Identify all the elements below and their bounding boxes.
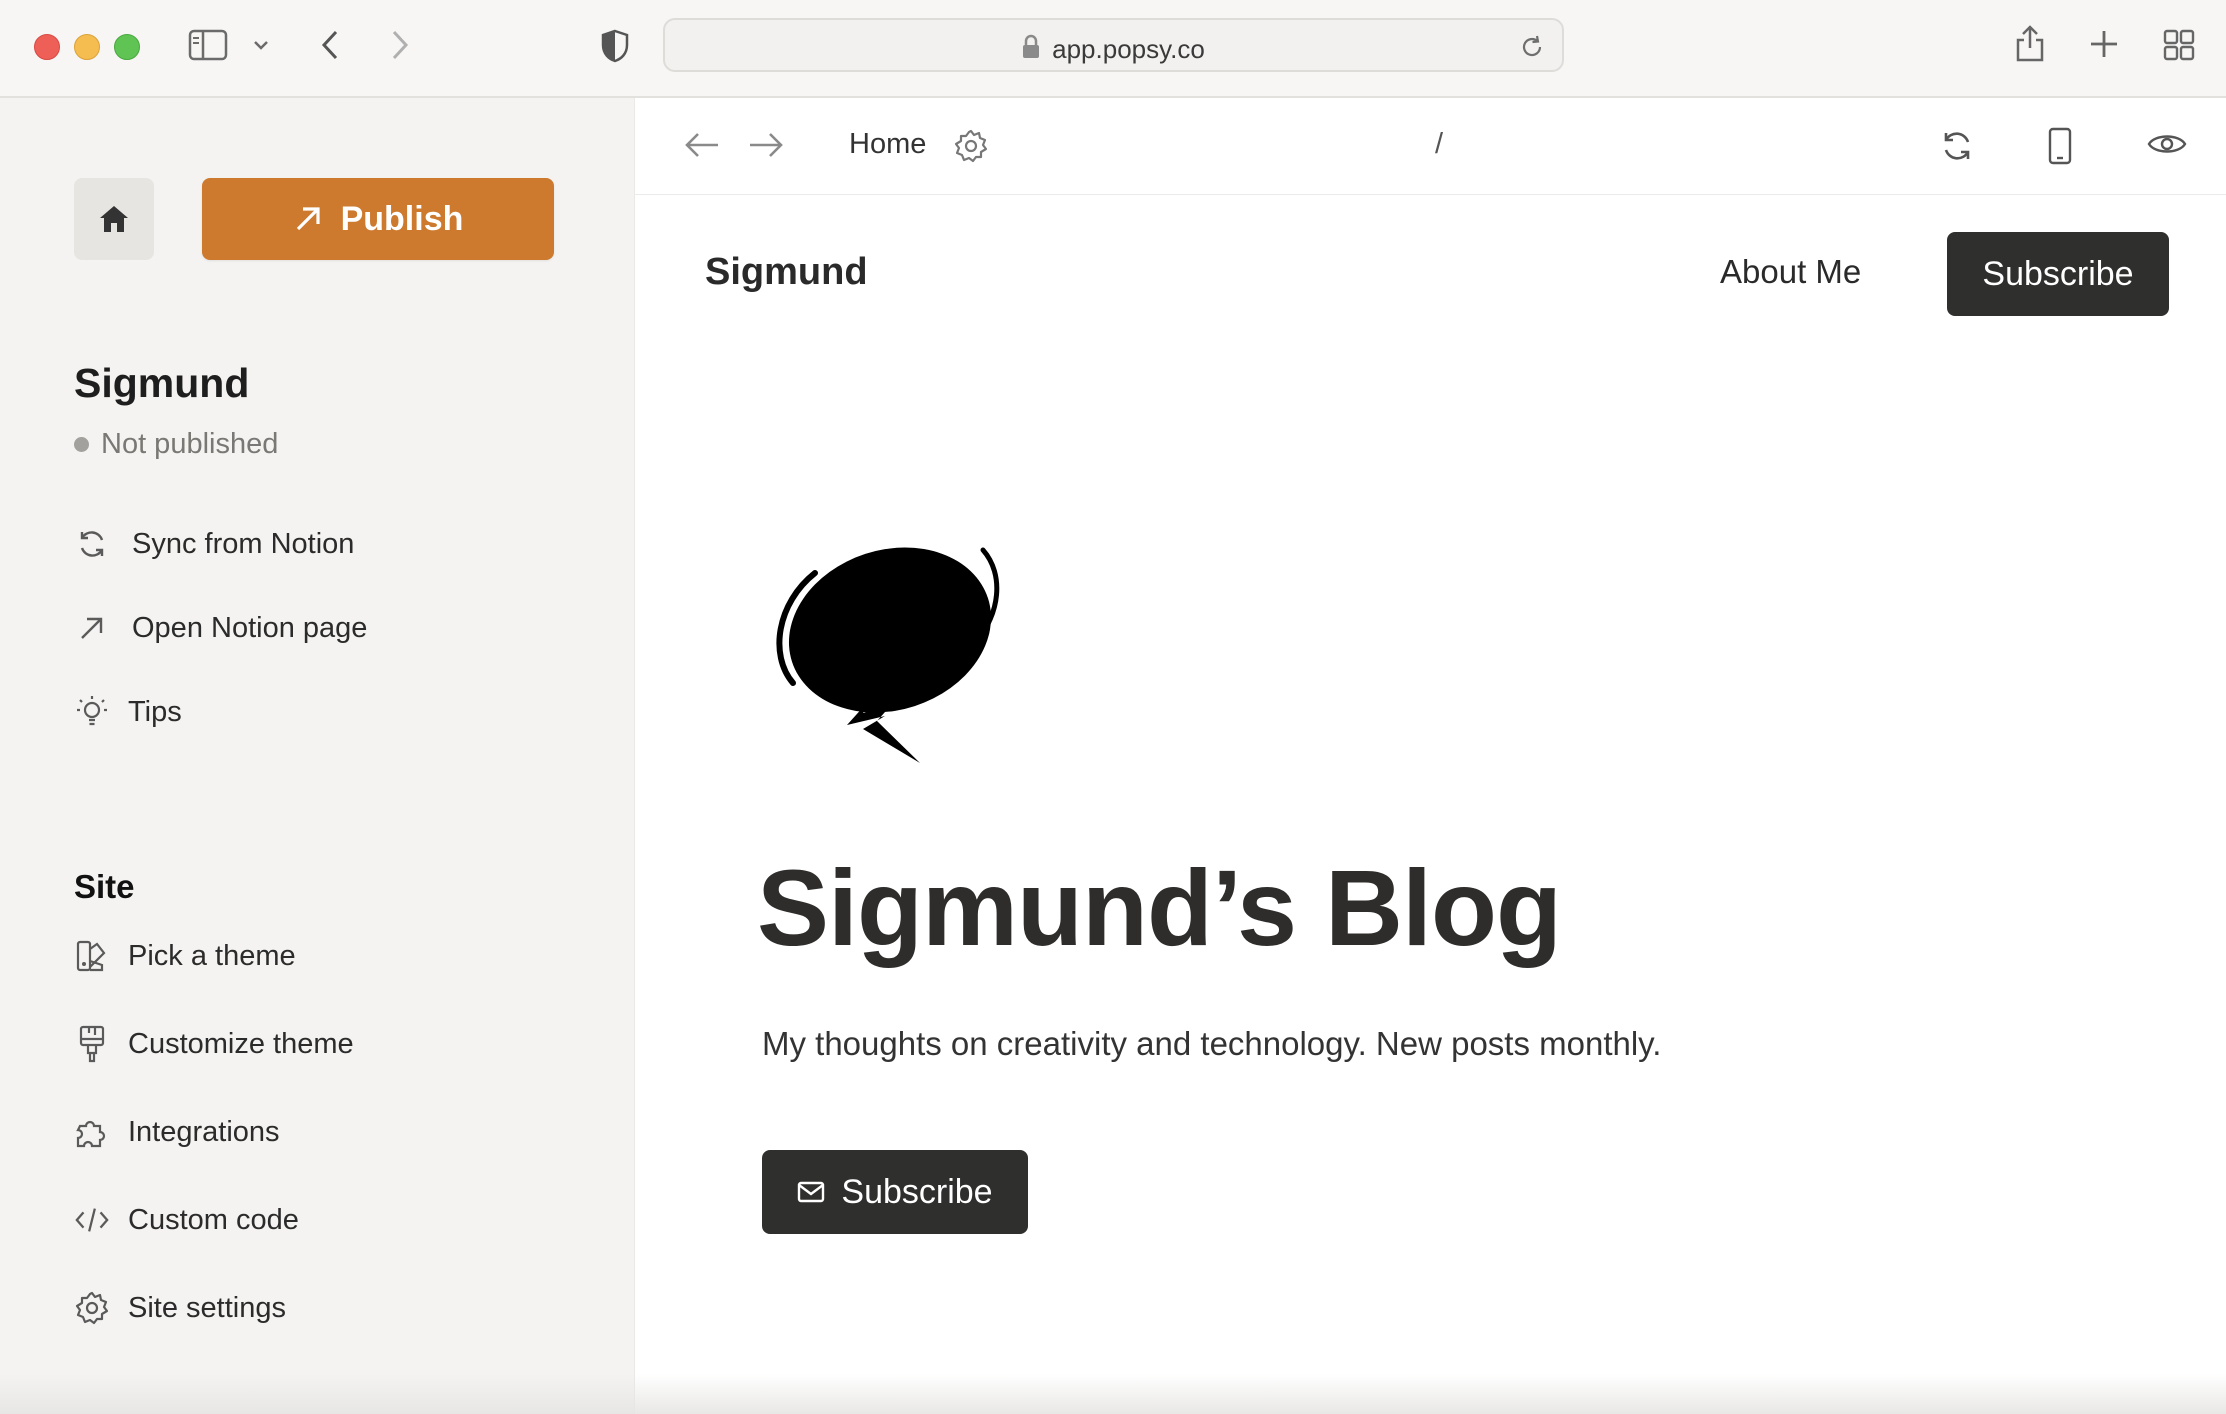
custom-code-label: Custom code [128,1203,299,1236]
minimize-window-button[interactable] [74,34,100,60]
pick-a-theme-item[interactable]: Pick a theme [74,938,296,974]
home-button[interactable] [74,178,154,260]
hero-subscribe-button[interactable]: Subscribe [762,1150,1028,1234]
integrations-label: Integrations [128,1115,280,1148]
nav-subscribe-button[interactable]: Subscribe [1947,232,2169,316]
url-text: app.popsy.co [1052,34,1205,64]
chevron-down-icon[interactable] [252,38,270,52]
customize-theme-item[interactable]: Customize theme [74,1025,354,1063]
arrow-up-right-icon [74,610,110,646]
open-notion-page-label: Open Notion page [132,611,368,644]
close-window-button[interactable] [34,34,60,60]
page-path: / [1435,128,1444,160]
site-name: Sigmund [74,360,250,406]
new-tab-icon[interactable] [2088,28,2120,60]
page-settings-gear-icon[interactable] [953,128,989,164]
sync-from-notion-label: Sync from Notion [132,527,355,560]
theme-icon [74,938,110,974]
custom-code-item[interactable]: Custom code [74,1202,299,1238]
blog-title: Sigmund’s Blog [757,847,1562,968]
back-icon[interactable] [318,28,342,62]
sidebar-toggle-icon[interactable] [188,28,228,62]
sidebar: Publish Sigmund Not published Sync from … [0,98,635,1414]
status-text: Not published [101,428,279,460]
hero-subscribe-label: Subscribe [841,1172,993,1211]
forward-arrow-icon[interactable] [747,130,785,160]
code-icon [74,1202,110,1238]
speech-bubble-logo-icon [755,515,1015,775]
bottom-shadow [0,1374,2226,1414]
arrow-up-right-icon [293,204,323,234]
open-notion-page-item[interactable]: Open Notion page [74,610,367,646]
puzzle-icon [74,1114,110,1150]
home-icon [97,203,131,235]
mail-icon [797,1181,825,1203]
sync-icon [74,526,110,562]
site-settings-label: Site settings [128,1291,286,1324]
mobile-preview-icon[interactable] [2047,126,2073,166]
integrations-item[interactable]: Integrations [74,1114,280,1150]
status-dot-icon [74,437,89,452]
tab-overview-icon[interactable] [2162,28,2196,62]
zoom-window-button[interactable] [114,34,140,60]
reload-icon[interactable] [1518,33,1546,61]
publish-button[interactable]: Publish [202,178,554,260]
page-name: Home [849,128,927,160]
privacy-shield-icon[interactable] [600,28,630,64]
editor-toolbar: Home / [635,98,2226,195]
address-bar[interactable]: app.popsy.co [663,18,1564,72]
forward-icon[interactable] [388,28,412,62]
lightbulb-icon [74,694,110,730]
site-section-title: Site [74,868,135,905]
tips-item[interactable]: Tips [74,694,182,730]
sync-from-notion-item[interactable]: Sync from Notion [74,526,354,562]
refresh-icon[interactable] [1939,128,1975,164]
tips-label: Tips [128,695,182,728]
site-settings-item[interactable]: Site settings [74,1290,286,1326]
browser-toolbar: app.popsy.co [0,0,2226,98]
blog-description: My thoughts on creativity and technology… [762,1025,1662,1062]
back-arrow-icon[interactable] [683,130,721,160]
customize-theme-label: Customize theme [128,1027,354,1060]
share-icon[interactable] [2014,24,2046,64]
eye-preview-icon[interactable] [2147,130,2187,158]
site-brand[interactable]: Sigmund [705,251,868,294]
publish-status: Not published [74,428,278,461]
site-preview: Sigmund About Me Subscribe Sigmund’s Blo… [635,195,2226,1414]
nav-about-me-link[interactable]: About Me [1720,253,1861,291]
publish-label: Publish [340,199,464,238]
paint-brush-icon [74,1025,110,1063]
pick-a-theme-label: Pick a theme [128,939,296,972]
gear-icon [74,1290,110,1326]
